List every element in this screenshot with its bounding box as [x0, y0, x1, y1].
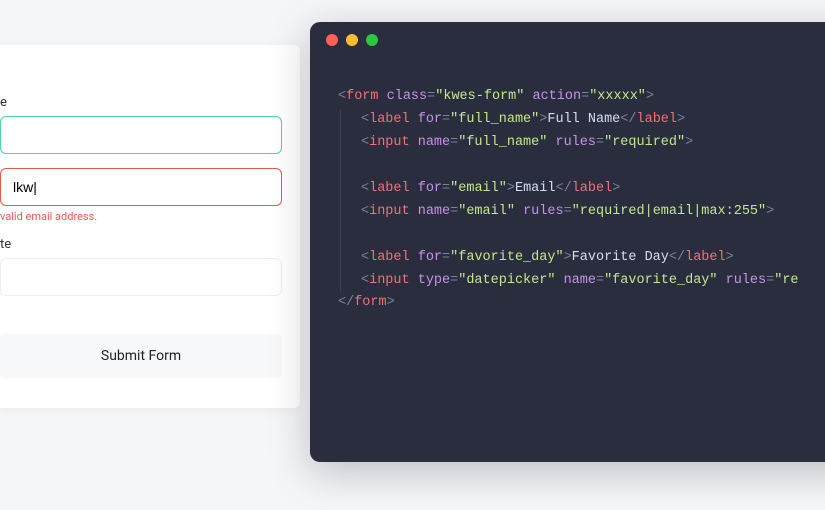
code-token	[515, 204, 523, 219]
code-token: =	[442, 250, 450, 265]
code-line	[338, 155, 825, 178]
code-token	[555, 273, 563, 288]
email-input[interactable]	[0, 168, 282, 206]
code-line: <label for="full_name">Full Name</label>	[338, 109, 825, 132]
minimize-icon[interactable]	[346, 34, 358, 46]
code-token: "full_name"	[450, 112, 539, 127]
code-token: <	[361, 204, 369, 219]
code-token: for	[418, 112, 442, 127]
code-token: =	[581, 89, 589, 104]
code-token: >	[766, 204, 774, 219]
code-token: form	[354, 295, 386, 310]
code-token: <	[361, 135, 369, 150]
code-token: "datepicker"	[458, 273, 555, 288]
code-line: <form class="kwes-form" action="xxxxx">	[338, 86, 825, 109]
code-token: label	[369, 112, 418, 127]
form-panel: e valid email address. te Submit Form	[0, 45, 300, 408]
full-name-label: e	[0, 95, 282, 110]
code-token: =	[596, 273, 604, 288]
submit-button[interactable]: Submit Form	[0, 334, 282, 378]
code-token: "xxxxx"	[589, 89, 646, 104]
code-token: input	[369, 204, 418, 219]
code-line: <label for="email">Email</label>	[338, 178, 825, 201]
code-token	[718, 273, 726, 288]
code-token: =	[596, 135, 604, 150]
code-line: <input type="datepicker" name="favorite_…	[338, 270, 825, 293]
favorite-day-label: te	[0, 237, 282, 252]
code-token: =	[442, 181, 450, 196]
code-token: "full_name"	[458, 135, 547, 150]
code-line: <input name="full_name" rules="required"…	[338, 132, 825, 155]
code-token: type	[418, 273, 450, 288]
code-token: "kwes-form"	[435, 89, 524, 104]
code-body: <form class="kwes-form" action="xxxxx"><…	[310, 58, 825, 343]
code-token: label	[685, 250, 726, 265]
code-token: Email	[515, 181, 556, 196]
close-icon[interactable]	[326, 34, 338, 46]
code-token: rules	[523, 204, 564, 219]
code-token: rules	[726, 273, 767, 288]
field-favorite-day: te	[0, 237, 300, 296]
code-token: >	[387, 295, 395, 310]
code-token: input	[369, 273, 418, 288]
code-line: </form>	[338, 292, 825, 315]
code-token: "favorite_day"	[604, 273, 717, 288]
code-token: label	[369, 181, 418, 196]
submit-group: Submit Form	[0, 310, 300, 378]
code-token: label	[369, 250, 418, 265]
code-token: >	[564, 250, 572, 265]
code-token: =	[564, 204, 572, 219]
code-token: >	[612, 181, 620, 196]
code-token: "favorite_day"	[450, 250, 563, 265]
code-token: form	[346, 89, 387, 104]
code-token: input	[369, 135, 418, 150]
code-token: Favorite Day	[572, 250, 669, 265]
code-token: name	[418, 204, 450, 219]
code-token: =	[442, 112, 450, 127]
code-token: label	[637, 112, 678, 127]
code-token: name	[418, 135, 450, 150]
form-inner: e valid email address. te Submit Form	[0, 95, 300, 378]
favorite-day-input[interactable]	[0, 258, 282, 296]
code-token: "email"	[450, 181, 507, 196]
code-token: <	[361, 112, 369, 127]
code-token: <	[338, 89, 346, 104]
code-token: "required"	[604, 135, 685, 150]
code-line: <label for="favorite_day">Favorite Day</…	[338, 247, 825, 270]
zoom-icon[interactable]	[366, 34, 378, 46]
code-token: >	[685, 135, 693, 150]
code-token: </	[338, 295, 354, 310]
code-token: </	[669, 250, 685, 265]
code-token: <	[361, 273, 369, 288]
code-token: label	[572, 181, 613, 196]
code-line: <input name="email" rules="required|emai…	[338, 201, 825, 224]
code-token: <	[361, 250, 369, 265]
code-token: class	[387, 89, 428, 104]
code-token: action	[532, 89, 581, 104]
full-name-input[interactable]	[0, 116, 282, 154]
code-token: "required|email|max:255"	[572, 204, 766, 219]
code-token: name	[564, 273, 596, 288]
code-token: </	[620, 112, 636, 127]
email-error: valid email address.	[0, 210, 282, 223]
code-token: rules	[555, 135, 596, 150]
field-full-name: e	[0, 95, 300, 154]
field-email: valid email address.	[0, 168, 300, 223]
code-panel: <form class="kwes-form" action="xxxxx"><…	[310, 22, 825, 462]
code-token: <	[361, 181, 369, 196]
code-token: >	[646, 89, 654, 104]
code-token: Full Name	[547, 112, 620, 127]
code-token: for	[418, 250, 442, 265]
code-token: "re	[774, 273, 798, 288]
window-titlebar	[310, 22, 825, 58]
code-token: >	[507, 181, 515, 196]
code-line	[338, 224, 825, 247]
code-token: for	[418, 181, 442, 196]
code-token: >	[726, 250, 734, 265]
code-token: >	[677, 112, 685, 127]
code-token: "email"	[458, 204, 515, 219]
code-token: </	[555, 181, 571, 196]
